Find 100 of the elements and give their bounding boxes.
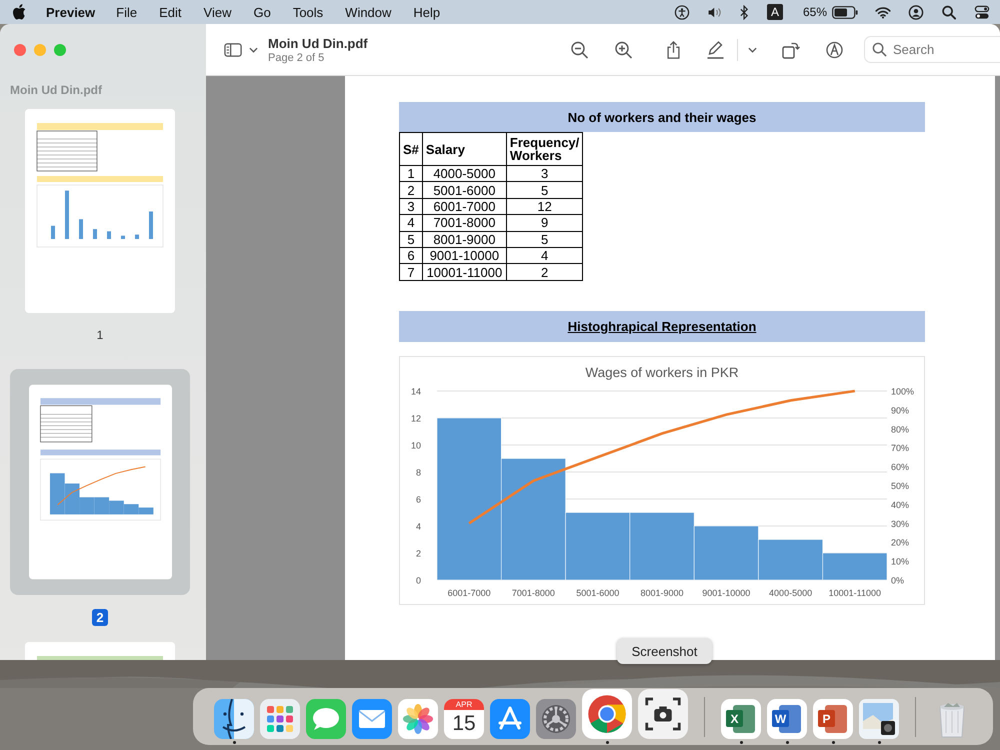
battery-percentage: 65% — [802, 5, 827, 19]
table-cell: 9001-10000 — [422, 247, 506, 264]
axis-tick-label: 2 — [416, 548, 421, 558]
chevron-down-icon[interactable] — [249, 46, 258, 52]
page-thumbnail[interactable] — [22, 109, 178, 313]
tooltip: Screenshot — [617, 638, 712, 664]
axis-tick-label: 10001-11000 — [828, 588, 882, 598]
finder-icon[interactable] — [214, 699, 254, 739]
axis-tick-label: 12 — [410, 413, 421, 424]
table-cell: 9 — [506, 214, 583, 232]
axis-tick-label: 10% — [891, 556, 910, 566]
axis-tick-label: 8 — [416, 467, 421, 478]
axis-tick-label: 4000-5000 — [769, 588, 812, 598]
share-icon[interactable] — [666, 40, 681, 58]
accessibility-icon[interactable] — [674, 4, 690, 20]
calendar-icon[interactable]: APR 15 — [444, 699, 484, 739]
pen-icon[interactable] — [706, 40, 725, 58]
axis-tick-label: 6 — [416, 494, 421, 504]
rotate-icon[interactable] — [781, 40, 800, 58]
axis-tick-label: 9001-10000 — [702, 588, 750, 598]
table-cell: 3 — [506, 166, 583, 182]
battery-icon[interactable] — [832, 6, 858, 18]
axis-tick-label: 30% — [891, 518, 910, 529]
launchpad-icon[interactable] — [260, 699, 300, 739]
menu-item[interactable]: View — [204, 4, 232, 20]
flower-icon[interactable] — [398, 699, 438, 739]
app-menu[interactable]: Preview — [46, 4, 96, 20]
page-indicator: Page 2 of 5 — [268, 52, 326, 64]
calendar-day: 15 — [452, 710, 476, 737]
search-icon — [872, 42, 887, 57]
table-cell: 4000-5000 — [422, 166, 506, 182]
axis-tick-label: 4 — [416, 521, 421, 532]
table-cell: 2 — [506, 264, 583, 280]
preview-icon[interactable] — [859, 699, 899, 739]
axis-tick-label: 50% — [891, 480, 910, 491]
menu-item[interactable]: Go — [253, 4, 271, 20]
table-cell: 8001-9000 — [422, 231, 506, 248]
axis-tick-label: 8001-9000 — [640, 588, 684, 598]
table-cell: 5 — [400, 231, 422, 248]
table-title-banner: No of workers and their wages — [399, 102, 925, 132]
menu-item[interactable]: File — [116, 4, 138, 20]
table-cell: 4 — [400, 214, 422, 232]
axis-tick-label: 10 — [410, 440, 421, 450]
table-cell: 12 — [506, 198, 583, 215]
table-cell: 5 — [506, 182, 583, 198]
section-title-banner: Histoghrapical Representation — [399, 310, 925, 342]
envelope-icon[interactable] — [352, 699, 392, 739]
sidebar-toggle-icon[interactable] — [224, 40, 243, 58]
markup-icon[interactable] — [825, 40, 844, 58]
axis-tick-label: 6001-7000 — [448, 588, 491, 598]
a-glyph-icon[interactable] — [490, 699, 530, 739]
bluetooth-icon[interactable] — [740, 4, 749, 20]
menu-item[interactable]: Help — [413, 4, 440, 20]
axis-tick-label: 5001-6000 — [576, 588, 620, 598]
table-cell: 5 — [506, 231, 583, 248]
spreadsheet-icon[interactable]: X — [721, 699, 761, 739]
input-source-indicator[interactable]: A — [766, 4, 783, 20]
page-number: 2 — [92, 609, 108, 626]
axis-tick-label: 70% — [891, 442, 910, 453]
gear-icon[interactable] — [536, 699, 576, 739]
camera-icon[interactable] — [638, 689, 688, 739]
page-number: 1 — [96, 327, 104, 343]
axis-tick-label: 0% — [891, 575, 904, 586]
control-center-icon[interactable] — [974, 4, 990, 20]
header-cell: Salary — [422, 132, 506, 166]
chart-title: Wages of workers in PKR — [585, 364, 739, 380]
table-cell: 2 — [400, 182, 422, 198]
menu-item[interactable]: Window — [345, 4, 392, 20]
presentation-icon[interactable]: P — [813, 699, 853, 739]
axis-tick-label: 60% — [891, 462, 910, 472]
wifi-icon[interactable] — [875, 4, 891, 20]
axis-tick-label: 40% — [891, 500, 910, 510]
table-cell: 5001-6000 — [422, 182, 506, 198]
header-cell: Frequency/ Workers — [506, 132, 583, 166]
user-icon[interactable] — [908, 4, 924, 20]
chevron-down-icon[interactable] — [748, 46, 757, 52]
axis-tick-label: 100% — [891, 386, 914, 396]
document-icon[interactable]: W — [767, 699, 807, 739]
table-cell: 6 — [400, 247, 422, 264]
apple-icon[interactable] — [12, 4, 26, 20]
search-icon[interactable] — [941, 4, 957, 20]
header-cell: S# — [400, 132, 422, 166]
menu-item[interactable]: Edit — [159, 4, 182, 20]
axis-tick-label: 20% — [891, 537, 910, 548]
table-cell: 3 — [400, 198, 422, 215]
document-title: Moin Ud Din.pdf — [268, 36, 368, 50]
axis-tick-label: 0 — [416, 575, 421, 586]
axis-tick-label: 14 — [410, 386, 421, 396]
table-cell: 1 — [400, 166, 422, 182]
browser-icon[interactable] — [582, 689, 632, 739]
search-field[interactable]: Search — [864, 36, 1000, 63]
axis-tick-label: 7001-8000 — [512, 588, 555, 598]
table-cell: 4 — [506, 247, 583, 264]
calendar-month: APR — [444, 699, 484, 710]
table-cell: 6001-7000 — [422, 198, 506, 215]
menu-item[interactable]: Tools — [292, 4, 324, 20]
table-cell: 7001-8000 — [422, 214, 506, 232]
zoom-out-icon[interactable] — [570, 40, 589, 58]
table-cell: 10001-11000 — [422, 264, 506, 280]
zoom-in-icon[interactable] — [614, 40, 633, 58]
